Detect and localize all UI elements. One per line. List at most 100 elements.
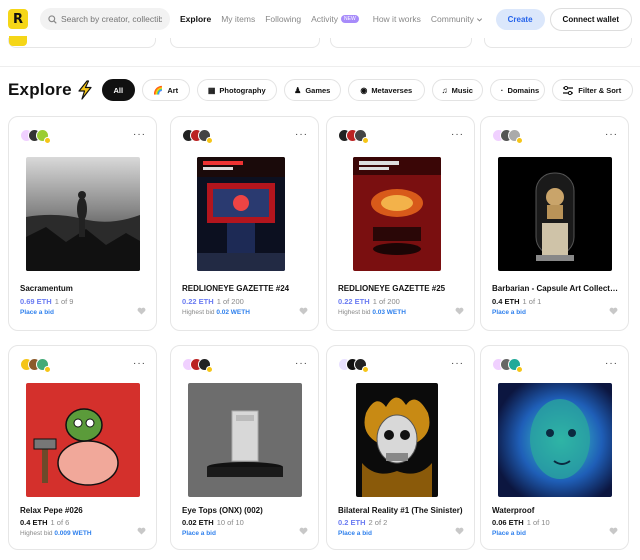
nav-activity[interactable]: Activity NEW: [311, 14, 359, 24]
filter-domains[interactable]: · Domains: [489, 79, 545, 101]
create-button[interactable]: Create: [495, 8, 545, 30]
heart-icon[interactable]: [455, 527, 464, 535]
place-bid-link[interactable]: Place a bid: [20, 309, 54, 316]
game-piece-icon: ♟: [294, 85, 302, 95]
nft-edition: 1 of 10: [526, 518, 550, 527]
nft-price-eth: 0.4 ETH: [492, 297, 520, 306]
nft-card[interactable]: ··· Sacramentum 0.69 ETH 1 of 9 Place a b…: [8, 116, 157, 331]
nav-how-it-works[interactable]: How it works: [373, 14, 421, 24]
filter-metaverses-label: Metaverses: [371, 85, 413, 95]
search-input[interactable]: [61, 14, 162, 24]
owner-avatars[interactable]: [338, 358, 378, 373]
owner-avatars[interactable]: [492, 358, 532, 373]
more-options-icon[interactable]: ···: [605, 129, 618, 140]
nft-image[interactable]: [356, 383, 438, 497]
nav-following[interactable]: Following: [265, 14, 301, 24]
nft-name[interactable]: Waterproof: [492, 506, 618, 515]
nav-community[interactable]: Community: [431, 14, 483, 24]
nft-card[interactable]: ··· Eye Tops (ONX) (002) 0.02 ETH 10 of 1…: [170, 345, 319, 550]
nav-explore[interactable]: Explore: [180, 14, 211, 24]
nft-edition: 1 of 6: [50, 518, 70, 527]
nft-image[interactable]: [26, 157, 140, 271]
filter-photography[interactable]: ▦ Photography: [196, 79, 277, 101]
nft-name[interactable]: Barbarian - Capsule Art Collection: [492, 284, 618, 293]
verified-check-icon: [44, 137, 51, 144]
more-options-icon[interactable]: ···: [133, 129, 146, 140]
verified-check-icon: [44, 366, 51, 373]
highest-bid[interactable]: Highest bid 0.009 WETH: [20, 530, 92, 537]
nft-image[interactable]: [188, 383, 302, 497]
nft-edition: 10 of 10: [216, 518, 244, 527]
owner-avatars[interactable]: [182, 129, 222, 144]
more-options-icon[interactable]: ···: [451, 358, 464, 369]
nft-image[interactable]: [498, 157, 612, 271]
nft-image[interactable]: [498, 383, 612, 497]
nft-name[interactable]: Sacramentum: [20, 284, 146, 293]
filter-art-label: Art: [167, 85, 179, 95]
place-bid-link[interactable]: Place a bid: [338, 530, 372, 537]
nft-name[interactable]: REDLIONEYE GAZETTE #24: [182, 284, 308, 293]
more-options-icon[interactable]: ···: [295, 129, 308, 140]
heart-icon[interactable]: [299, 307, 308, 315]
nft-card[interactable]: ··· Waterproof 0.06 ETH 1 of 10 Place a b…: [480, 345, 629, 550]
nft-name[interactable]: Bilateral Reality #1 (The Sinister): [338, 506, 464, 515]
nft-image[interactable]: [353, 157, 441, 271]
nft-card[interactable]: ··· Bilateral Reality #1 (The Sinister) …: [326, 345, 475, 550]
nft-name[interactable]: REDLIONEYE GAZETTE #25: [338, 284, 464, 293]
nft-edition: 1 of 1: [522, 297, 542, 306]
nft-card[interactable]: ··· Barbarian - Capsule Art Collection 0…: [480, 116, 629, 331]
connect-wallet-button[interactable]: Connect wallet: [549, 7, 632, 31]
nft-name[interactable]: Relax Pepe #026: [20, 506, 146, 515]
filter-games-label: Games: [305, 85, 331, 95]
more-options-icon[interactable]: ···: [605, 358, 618, 369]
rarible-logo[interactable]: R: [8, 9, 28, 29]
owner-avatars[interactable]: [182, 358, 222, 373]
highest-bid-value: 0.02 WETH: [216, 309, 250, 316]
filter-all[interactable]: All: [101, 79, 135, 101]
heart-icon[interactable]: [455, 307, 464, 315]
main-nav: Explore My items Following Activity NEW H…: [180, 14, 493, 24]
filter-music[interactable]: ♫ Music: [431, 79, 483, 101]
nav-my-items[interactable]: My items: [221, 14, 255, 24]
highest-bid[interactable]: Highest bid 0.02 WETH: [182, 309, 250, 316]
heart-icon[interactable]: [299, 527, 308, 535]
nft-image[interactable]: [197, 157, 285, 271]
place-bid-link[interactable]: Place a bid: [182, 530, 216, 537]
filter-sort-button[interactable]: Filter & Sort: [551, 79, 633, 101]
filter-games[interactable]: ♟ Games: [283, 79, 341, 101]
nft-card[interactable]: ··· REDLIONEYE GAZETTE #25 0.22 ETH 1 of …: [326, 116, 475, 331]
search-box[interactable]: [40, 8, 170, 30]
owner-avatars[interactable]: [492, 129, 532, 144]
filter-art[interactable]: 🌈 Art: [141, 79, 190, 101]
highest-bid-value: 0.009 WETH: [54, 530, 92, 537]
explore-title: Explore: [8, 80, 72, 99]
highest-bid[interactable]: Highest bid 0.03 WETH: [338, 309, 406, 316]
nft-card[interactable]: ··· REDLIONEYE GAZETTE #24 0.22 ETH 1 of …: [170, 116, 319, 331]
music-note-icon: ♫: [441, 85, 448, 95]
nft-card[interactable]: ··· Relax Pepe #026 0.4 ETH 1 of 6 Highes…: [8, 345, 157, 550]
filter-metaverses[interactable]: ◉ Metaverses: [347, 79, 425, 101]
camera-icon: ▦: [207, 85, 216, 95]
domain-icon: ·: [500, 85, 504, 95]
nft-image[interactable]: [26, 383, 140, 497]
nft-price: 0.02 ETH 10 of 10: [182, 518, 244, 527]
more-options-icon[interactable]: ···: [133, 358, 146, 369]
globe-icon: ◉: [360, 85, 368, 95]
heart-icon[interactable]: [609, 527, 618, 535]
owner-avatars[interactable]: [20, 358, 60, 373]
heart-icon[interactable]: [137, 307, 146, 315]
heart-icon[interactable]: [609, 307, 618, 315]
more-options-icon[interactable]: ···: [295, 358, 308, 369]
owner-avatars[interactable]: [20, 129, 60, 144]
place-bid-link[interactable]: Place a bid: [492, 530, 526, 537]
more-options-icon[interactable]: ···: [451, 129, 464, 140]
nft-price-eth: 0.02 ETH: [182, 518, 214, 527]
top-navigation-bar: R Explore My items Following ActivityNEW…: [0, 0, 640, 38]
verified-check-icon: [516, 366, 523, 373]
heart-icon[interactable]: [137, 527, 146, 535]
owner-avatars[interactable]: [338, 129, 378, 144]
nft-name[interactable]: Eye Tops (ONX) (002): [182, 506, 308, 515]
logo-letter: R: [12, 11, 23, 27]
verified-check-icon: [362, 137, 369, 144]
place-bid-link[interactable]: Place a bid: [492, 309, 526, 316]
